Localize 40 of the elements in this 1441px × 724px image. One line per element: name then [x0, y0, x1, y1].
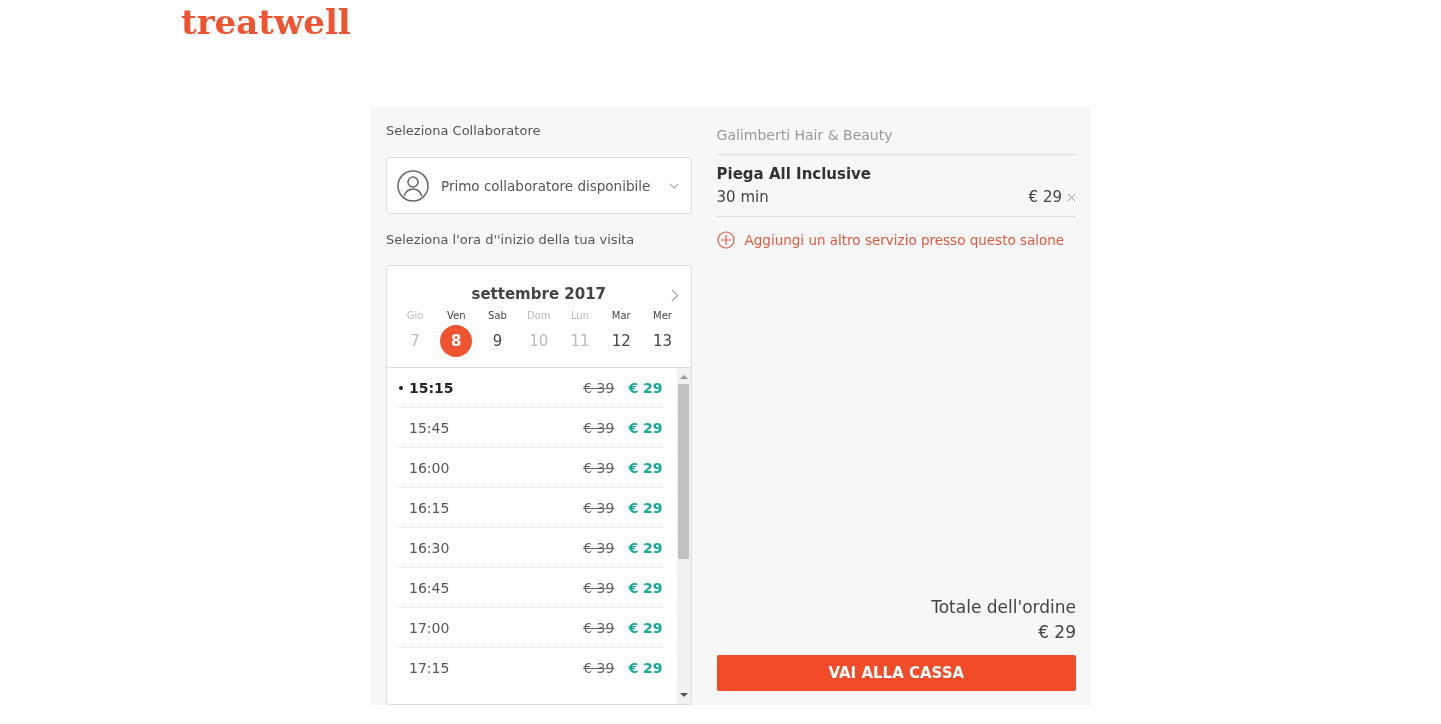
staff-label: Seleziona Collaboratore [386, 122, 542, 140]
close-icon[interactable] [1067, 192, 1076, 202]
weekday-label: Sab [488, 310, 507, 321]
time-slot[interactable]: 15:15 € 39 € 29 [399, 368, 663, 408]
total-amount: € 29 [1038, 621, 1076, 644]
date-button[interactable]: 8 [440, 325, 473, 357]
time-slot[interactable]: 15:45 € 39 € 29 [399, 408, 663, 448]
time-slot[interactable]: 17:15 € 39 € 29 [399, 648, 663, 675]
scroll-down-icon[interactable] [679, 692, 688, 698]
time-slot[interactable]: 16:00 € 39 € 29 [399, 448, 663, 488]
weekday-label: Gio [406, 310, 424, 321]
service-name: Piega All Inclusive [716, 165, 873, 183]
weekday-label: Dom [526, 310, 551, 321]
weekday-label: Mar [611, 310, 631, 321]
user-icon [397, 169, 429, 202]
checkout-button[interactable]: VAI ALLA CASSA [716, 655, 1076, 691]
next-month-icon[interactable] [670, 289, 679, 302]
time-slot[interactable]: 16:15 € 39 € 29 [399, 488, 663, 528]
add-service-link[interactable]: Aggiungi un altro servizio presso questo salone [744, 232, 1065, 248]
service-price: € 29 [1028, 188, 1062, 206]
time-slot[interactable]: 17:00 € 39 € 29 [399, 608, 663, 648]
scroll-up-icon[interactable] [679, 374, 688, 380]
weekday-label: Ven [446, 310, 466, 321]
plus-circle-icon[interactable] [716, 231, 735, 249]
weekday-label: Lun [570, 310, 590, 321]
weekday-label: Mer [653, 310, 672, 321]
date-button[interactable]: 12 [605, 325, 638, 357]
total-label: Totale dell'ordine [931, 596, 1076, 619]
chevron-down-icon [668, 182, 679, 189]
time-label: Seleziona l'ora d''inizio della tua visita [386, 231, 636, 249]
staff-dropdown[interactable]: Primo collaboratore disponibile [386, 157, 692, 214]
scrollbar[interactable] [676, 368, 691, 704]
month-title: settembre 2017 [471, 285, 607, 303]
date-button[interactable]: 9 [481, 325, 514, 357]
date-button[interactable]: 13 [646, 325, 679, 357]
treatwell-logo[interactable]: treatwell [181, 0, 351, 44]
time-slot[interactable]: 16:30 € 39 € 29 [399, 528, 663, 568]
salon-name: Galimberti Hair & Beauty [716, 124, 1076, 155]
service-duration: 30 min [716, 188, 770, 206]
time-slot[interactable]: 16:45 € 39 € 29 [399, 568, 663, 608]
